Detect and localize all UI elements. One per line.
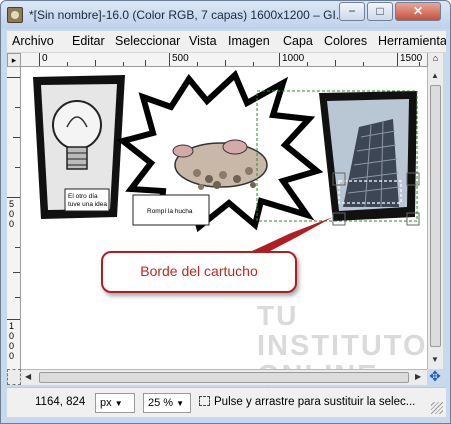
title-bar[interactable]: *[Sin nombre]-16.0 (Color RGB, 7 capas) … xyxy=(1,1,450,29)
ruler-tick xyxy=(279,53,280,66)
vertical-ruler[interactable]: 5 0 0 1 0 0 0 xyxy=(7,67,21,369)
ruler-label: 1 xyxy=(9,321,15,331)
ruler-label: 0 xyxy=(9,351,15,361)
watermark-line2: INSTITUTO xyxy=(257,330,428,362)
close-button[interactable]: ✕ xyxy=(395,2,441,21)
ruler-label: 0 xyxy=(9,219,15,229)
scroll-right-icon[interactable]: ▶ xyxy=(415,372,421,381)
unit-selector[interactable]: px ▼ xyxy=(95,393,135,413)
menu-vista[interactable]: Vista xyxy=(189,34,217,48)
window-title: *[Sin nombre]-16.0 (Color RGB, 7 capas) … xyxy=(29,8,339,22)
status-message-text: Pulse y arrastre para sustituir la selec… xyxy=(214,396,416,408)
menu-colores[interactable]: Colores xyxy=(324,34,367,48)
zoom-lock-icon[interactable]: ⌂ xyxy=(427,53,443,67)
comic-panel-lightbulb: El otro día tuve una idea xyxy=(33,75,125,219)
horizontal-scrollbar[interactable]: ◀ ▶ xyxy=(21,369,427,385)
ruler-tick xyxy=(7,197,20,198)
ruler-tick xyxy=(397,53,398,66)
menu-editar[interactable]: Editar xyxy=(72,34,105,48)
panel-caption-hucha: Rompí la hucha xyxy=(147,208,193,215)
maximize-button[interactable]: □ xyxy=(367,2,393,21)
selection-icon xyxy=(199,396,210,406)
scroll-up-icon[interactable]: ▲ xyxy=(431,71,439,80)
ruler-label: 1000 xyxy=(282,53,305,64)
resize-grip[interactable] xyxy=(431,402,443,414)
annotation-callout: Borde del cartucho xyxy=(101,251,297,293)
scroll-down-icon[interactable]: ▼ xyxy=(431,355,439,364)
chevron-down-icon: ▼ xyxy=(114,399,123,408)
ruler-menu-button[interactable]: ▸ xyxy=(7,53,21,67)
chevron-down-icon: ▼ xyxy=(176,399,185,408)
ruler-label: 0 xyxy=(9,209,15,219)
zoom-value: 25 % xyxy=(148,397,174,409)
quick-mask-toggle[interactable] xyxy=(7,369,21,385)
status-bar: 1164, 824 px ▼ 25 % ▼ Pulse y arrastre p… xyxy=(7,387,446,417)
ruler-label: 5 xyxy=(9,199,15,209)
ruler-tick xyxy=(39,53,40,66)
navigate-icon[interactable]: ✥ xyxy=(427,369,443,385)
menu-herramientas[interactable]: Herramientas xyxy=(378,34,446,48)
vertical-scrollbar[interactable]: ▲ ▼ xyxy=(427,67,443,369)
status-message: Pulse y arrastre para sustituir la selec… xyxy=(199,396,425,408)
menu-capa[interactable]: Capa xyxy=(283,34,313,48)
gimp-icon xyxy=(7,7,23,23)
zoom-selector[interactable]: 25 % ▼ xyxy=(143,393,191,413)
ruler-tick xyxy=(169,53,170,66)
callout-text: Borde del cartucho xyxy=(140,263,258,279)
ruler-tick xyxy=(7,319,20,320)
ruler-label: 0 xyxy=(9,331,15,341)
horizontal-scroll-thumb[interactable] xyxy=(39,372,409,383)
comic-panel-building xyxy=(319,91,417,221)
menu-imagen[interactable]: Imagen xyxy=(228,34,270,48)
minimize-button[interactable]: − xyxy=(339,2,365,21)
horizontal-ruler[interactable]: 0 500 1000 1500 xyxy=(21,53,427,67)
ruler-label: 500 xyxy=(172,53,189,64)
menu-seleccionar[interactable]: Seleccionar xyxy=(115,34,180,48)
ruler-label: 0 xyxy=(9,341,15,351)
vertical-scroll-thumb[interactable] xyxy=(430,85,441,347)
ruler-label: 0 xyxy=(42,53,48,64)
pointer-coordinates: 1164, 824 xyxy=(35,396,86,408)
unit-value: px xyxy=(100,397,112,409)
menu-bar: Archivo Editar Seleccionar Vista Imagen … xyxy=(7,31,446,53)
gimp-window: *[Sin nombre]-16.0 (Color RGB, 7 capas) … xyxy=(0,0,451,424)
watermark-line1: TU xyxy=(257,300,299,331)
menu-archivo[interactable]: Archivo xyxy=(12,34,54,48)
comic-panel-piggybank: Rompí la hucha xyxy=(116,69,324,233)
scroll-left-icon[interactable]: ◀ xyxy=(25,372,31,381)
